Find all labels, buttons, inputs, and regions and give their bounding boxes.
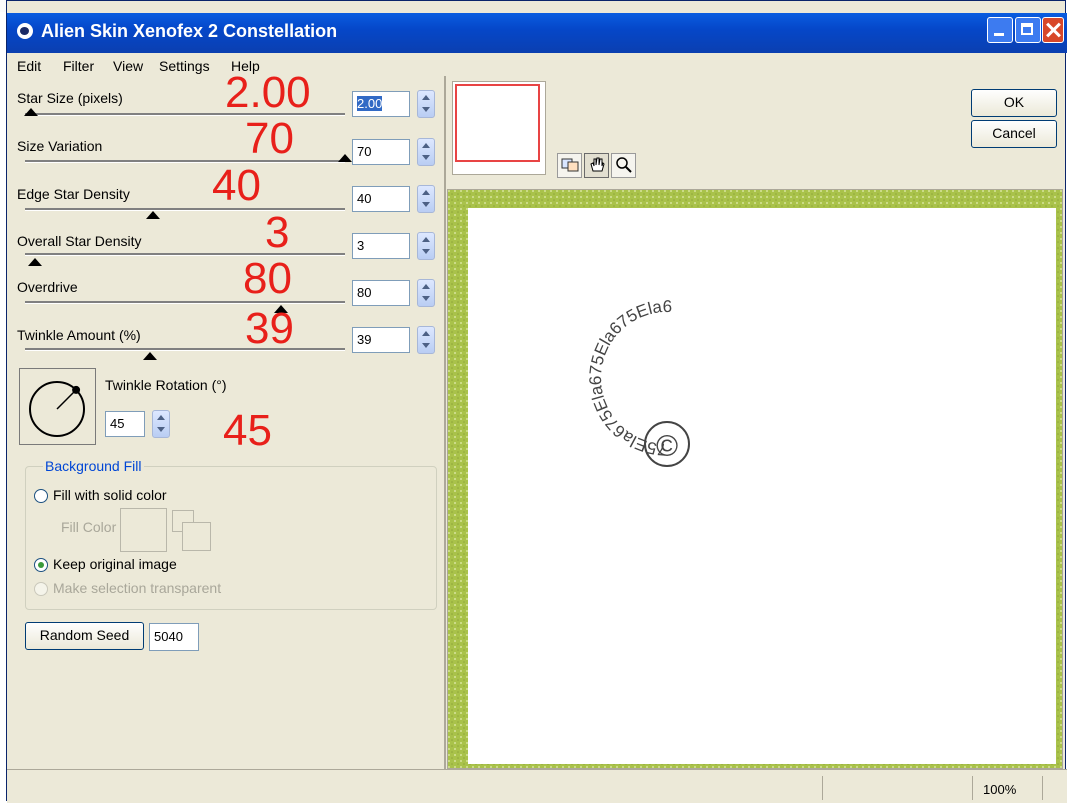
app-icon[interactable]	[17, 23, 33, 39]
edge-star-density-input[interactable]: 40	[352, 186, 410, 212]
status-separator	[822, 776, 823, 800]
rotation-dial-icon[interactable]	[20, 369, 95, 444]
minimize-button[interactable]	[987, 17, 1013, 43]
twinkle-amount-thumb[interactable]	[142, 352, 157, 360]
copyright-symbol: ©	[656, 430, 678, 463]
twinkle-amount-input[interactable]: 39	[352, 327, 410, 353]
overall-star-density-spinner[interactable]	[417, 232, 435, 260]
overall-star-density-thumb[interactable]	[27, 258, 42, 266]
edge-star-density-thumb[interactable]	[146, 211, 160, 219]
compare-preview-icon[interactable]	[557, 153, 582, 178]
fill-solid-label[interactable]: Fill with solid color	[53, 487, 167, 503]
star-size-input[interactable]: 2.00	[352, 91, 410, 117]
fill-color-label: Fill Color	[61, 519, 117, 535]
fill-color-secondary-swatch[interactable]	[182, 522, 211, 551]
make-transparent-label: Make selection transparent	[53, 580, 222, 596]
twinkle-rotation-label: Twinkle Rotation (°)	[105, 377, 227, 393]
size-variation-spinner[interactable]	[417, 138, 435, 166]
overall-star-density-input[interactable]: 3	[352, 233, 410, 259]
size-variation-thumb[interactable]	[338, 154, 352, 162]
overall-star-density-track[interactable]	[25, 253, 345, 256]
close-button[interactable]	[1042, 17, 1064, 43]
zoom-level: 100%	[983, 782, 1017, 797]
status-separator	[1042, 776, 1043, 800]
overlay-twinkle-rotation: 45	[223, 406, 272, 455]
menu-bar: Edit Filter View Settings Help	[7, 54, 437, 76]
preview-image[interactable]: 75Ela675Ela675Ela675Ela6 ©	[448, 190, 1062, 768]
cancel-button[interactable]: Cancel	[971, 120, 1057, 148]
size-variation-track[interactable]	[25, 160, 345, 163]
preview-pane[interactable]: 75Ela675Ela675Ela675Ela6 ©	[447, 189, 1063, 769]
overdrive-label: Overdrive	[17, 279, 78, 295]
twinkle-amount-spinner[interactable]	[417, 326, 435, 354]
rotation-dial-box[interactable]	[19, 368, 96, 445]
menu-view[interactable]: View	[113, 58, 143, 74]
maximize-button[interactable]	[1015, 17, 1041, 43]
overdrive-input[interactable]: 80	[352, 280, 410, 306]
size-variation-label: Size Variation	[17, 138, 103, 154]
hand-tool-icon[interactable]	[584, 153, 609, 178]
overlay-twinkle-amount: 39	[245, 304, 294, 353]
status-bar: 100%	[7, 769, 1067, 803]
star-size-label: Star Size (pixels)	[17, 90, 123, 106]
edge-star-density-spinner[interactable]	[417, 185, 435, 213]
menu-settings[interactable]: Settings	[159, 58, 210, 74]
overall-star-density-label: Overall Star Density	[17, 233, 142, 249]
panel-divider	[444, 76, 446, 776]
overlay-edge-star-density: 40	[212, 161, 261, 210]
zoom-tool-icon[interactable]	[611, 153, 636, 178]
fill-color-swatch[interactable]	[120, 508, 167, 552]
status-separator	[972, 776, 973, 800]
twinkle-amount-label: Twinkle Amount (%)	[17, 327, 141, 343]
overdrive-track[interactable]	[25, 301, 345, 304]
canvas-area	[468, 208, 1056, 764]
random-seed-button[interactable]: Random Seed	[25, 622, 144, 650]
twinkle-rotation-spinner[interactable]	[152, 410, 170, 438]
menu-filter[interactable]: Filter	[63, 58, 94, 74]
keep-original-label[interactable]: Keep original image	[53, 556, 177, 572]
menu-edit[interactable]: Edit	[17, 58, 41, 74]
overdrive-spinner[interactable]	[417, 279, 435, 307]
overlay-size-variation: 70	[245, 114, 294, 163]
keep-original-radio[interactable]	[34, 558, 48, 572]
overlay-overdrive: 80	[243, 254, 292, 303]
overlay-overall-star-density: 3	[265, 208, 290, 257]
background-fill-title: Background Fill	[43, 458, 144, 474]
edge-star-density-track[interactable]	[25, 208, 345, 211]
twinkle-rotation-input[interactable]: 45	[105, 411, 145, 437]
navigator-viewport-rect[interactable]	[455, 84, 540, 162]
make-transparent-radio	[34, 582, 48, 596]
ok-button[interactable]: OK	[971, 89, 1057, 117]
edge-star-density-label: Edge Star Density	[17, 186, 130, 202]
size-variation-input[interactable]: 70	[352, 139, 410, 165]
twinkle-amount-track[interactable]	[25, 348, 345, 351]
random-seed-input[interactable]: 5040	[149, 623, 199, 651]
fill-solid-radio[interactable]	[34, 489, 48, 503]
star-size-thumb[interactable]	[24, 108, 39, 116]
overlay-star-size: 2.00	[225, 68, 311, 117]
dialog-window: Alien Skin Xenofex 2 Constellation Edit …	[6, 0, 1067, 803]
window-title: Alien Skin Xenofex 2 Constellation	[41, 21, 338, 41]
controls-panel: Star Size (pixels) 2.00 2.00 Size Variat…	[7, 68, 447, 776]
star-size-spinner[interactable]	[417, 90, 435, 118]
